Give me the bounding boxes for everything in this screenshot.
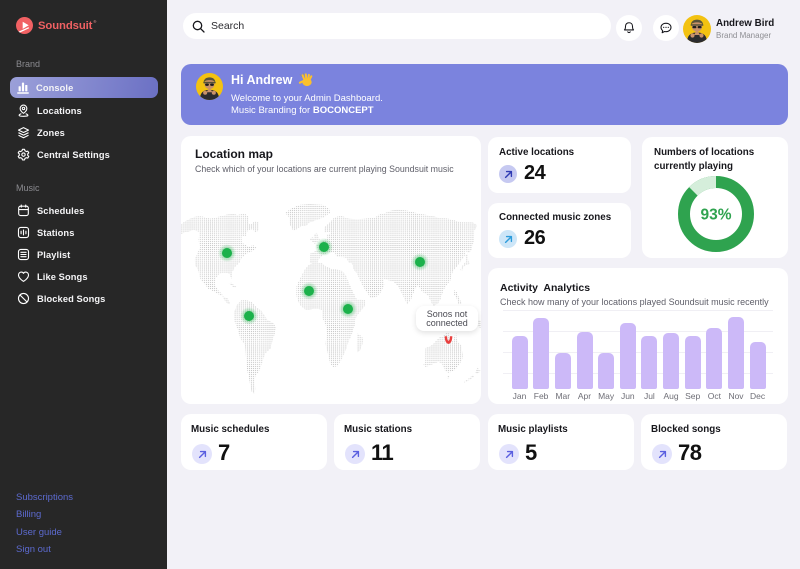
svg-text:93%: 93% (700, 207, 731, 224)
